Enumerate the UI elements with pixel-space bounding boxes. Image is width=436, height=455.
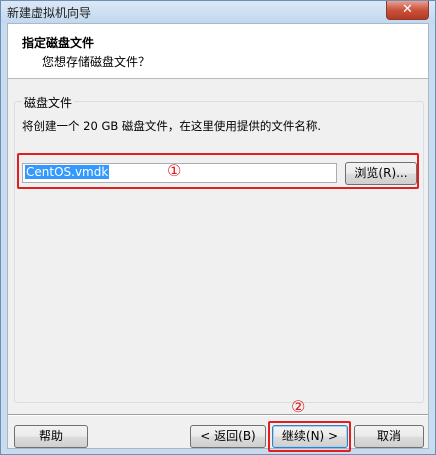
wizard-body: 指定磁盘文件 您想存储磁盘文件？ 磁盘文件 将创建一个 20 GB 磁盘文件，在… — [7, 23, 429, 452]
back-button[interactable]: < 返回(B) — [190, 425, 266, 448]
wizard-window: 新建虚拟机向导 ✕ 指定磁盘文件 您想存储磁盘文件？ 磁盘文件 将创建一个 20… — [0, 0, 436, 455]
wizard-header: 指定磁盘文件 您想存储磁盘文件？ — [8, 24, 428, 79]
page-title: 指定磁盘文件 — [22, 36, 95, 50]
annotation-box-file-input — [17, 153, 419, 189]
window-title: 新建虚拟机向导 — [7, 6, 92, 20]
footer-divider — [8, 414, 428, 416]
disk-file-description: 将创建一个 20 GB 磁盘文件，在这里使用提供的文件名称. — [22, 119, 322, 133]
page-subtitle: 您想存储磁盘文件？ — [42, 55, 151, 69]
title-bar[interactable]: 新建虚拟机向导 ✕ — [1, 1, 435, 23]
annotation-marker-2: ② — [291, 397, 306, 416]
close-icon: ✕ — [402, 2, 413, 17]
disk-file-group-label: 磁盘文件 — [22, 94, 75, 111]
annotation-marker-1: ① — [167, 161, 182, 180]
cancel-button[interactable]: 取消 — [354, 425, 424, 448]
annotation-box-next-button — [268, 421, 351, 452]
help-button[interactable]: 帮助 — [14, 425, 88, 448]
disk-file-groupbox — [14, 101, 424, 403]
close-button[interactable]: ✕ — [386, 1, 429, 20]
